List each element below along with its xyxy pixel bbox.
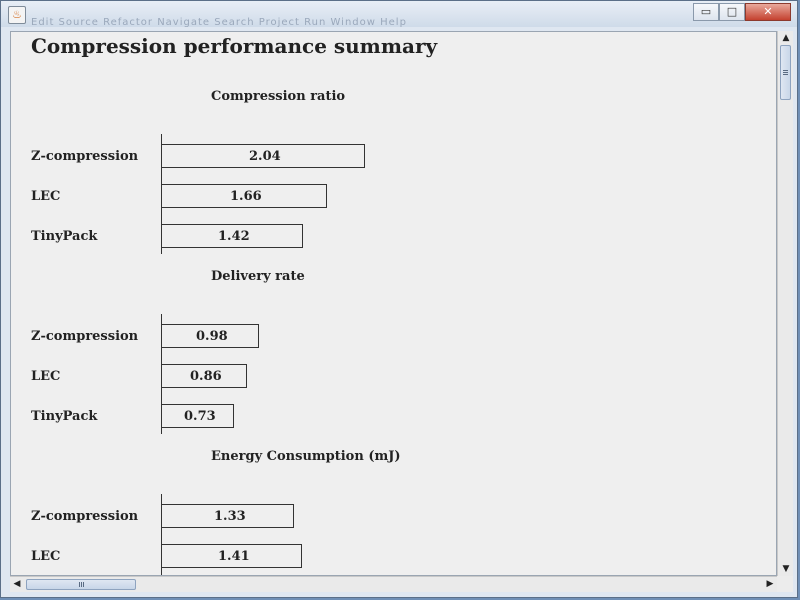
bar-value-label: 1.66 <box>230 189 262 204</box>
window-controls: ▭ □ ✕ <box>693 3 791 21</box>
background-menu-ghost: Edit Source Refactor Navigate Search Pro… <box>31 17 407 28</box>
bar-value-label: 0.98 <box>196 329 228 344</box>
close-button[interactable]: ✕ <box>745 3 791 21</box>
bar-value-label: 1.33 <box>214 509 246 524</box>
scroll-down-icon[interactable]: ▼ <box>778 562 794 576</box>
bar-row: Z-compression 0.98 <box>11 324 771 350</box>
app-window: ♨ Edit Source Refactor Navigate Search P… <box>0 0 798 598</box>
vertical-scrollbar[interactable]: ▲ ▼ <box>777 31 793 576</box>
bar-row: TinyPack 0.73 <box>11 404 771 430</box>
java-app-icon: ♨ <box>8 6 26 24</box>
bar-label: LEC <box>31 549 61 564</box>
bar-row: Z-compression 2.04 <box>11 144 771 170</box>
bar-label: Z-compression <box>31 149 139 164</box>
chart-panel: Compression performance summary Compress… <box>10 31 777 576</box>
section-title: Energy Consumption (mJ) <box>211 449 401 464</box>
scroll-left-icon[interactable]: ◀ <box>10 577 24 593</box>
maximize-button[interactable]: □ <box>719 3 745 21</box>
bar-value-label: 0.86 <box>190 369 222 384</box>
chart-section: Energy Consumption (mJ) Z-compression 1.33… <box>11 449 771 575</box>
chart-section: Compression ratio Z-compression 2.04 LEC 1.6… <box>11 89 771 254</box>
bar-row: LEC 1.41 <box>11 544 771 570</box>
scroll-corner <box>777 576 793 592</box>
title-bar[interactable]: ♨ Edit Source Refactor Navigate Search P… <box>1 1 797 28</box>
bar-label: TinyPack <box>31 229 98 244</box>
page-title: Compression performance summary <box>31 34 438 58</box>
bar-row: TinyPack 1.42 <box>11 224 771 250</box>
vertical-scroll-thumb[interactable] <box>780 45 791 100</box>
scroll-up-icon[interactable]: ▲ <box>778 31 794 45</box>
bar-value-label: 1.42 <box>218 229 250 244</box>
bar-row: LEC 1.66 <box>11 184 771 210</box>
horizontal-scrollbar[interactable]: ◀ ▶ <box>10 576 777 592</box>
horizontal-scroll-thumb[interactable] <box>26 579 136 590</box>
bar-row: Z-compression 1.33 <box>11 504 771 530</box>
bar-value-label: 1.41 <box>218 549 250 564</box>
bar-value-label: 0.73 <box>184 409 216 424</box>
bar-label: LEC <box>31 369 61 384</box>
section-title: Delivery rate <box>211 269 305 284</box>
bar-value-label: 2.04 <box>249 149 281 164</box>
bar-label: TinyPack <box>31 409 98 424</box>
minimize-button[interactable]: ▭ <box>693 3 719 21</box>
bar-row: LEC 0.86 <box>11 364 771 390</box>
bar-label: Z-compression <box>31 509 139 524</box>
chart-section: Delivery rate Z-compression 0.98 LEC 0.86 Tin… <box>11 269 771 434</box>
bar-label: LEC <box>31 189 61 204</box>
section-title: Compression ratio <box>211 89 346 104</box>
scroll-right-icon[interactable]: ▶ <box>763 577 777 593</box>
bar-label: Z-compression <box>31 329 139 344</box>
